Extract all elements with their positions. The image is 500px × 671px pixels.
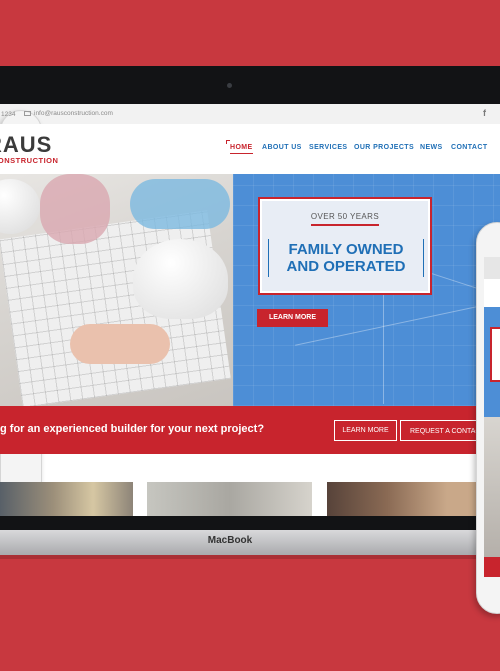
project-thumbnail[interactable] — [327, 482, 477, 516]
project-thumbnail[interactable] — [0, 482, 133, 516]
builders-photo — [0, 174, 233, 406]
laptop-bezel — [0, 66, 500, 104]
hero-headline-line2: AND OPERATED — [286, 258, 406, 275]
cta-banner: g for an experienced builder for your ne… — [0, 406, 500, 454]
nav-services[interactable]: SERVICES — [309, 144, 347, 151]
hero-section: OVER 50 YEARS FAMILY OWNED AND OPERATED … — [0, 174, 500, 406]
logo[interactable]: RAUS — [0, 134, 52, 156]
website-screen: 1234 info@rausconstruction.com f RAUS CO… — [0, 104, 500, 516]
facebook-icon[interactable]: f — [483, 108, 486, 118]
email-text: info@rausconstruction.com — [34, 110, 113, 117]
nav-news[interactable]: NEWS — [420, 144, 443, 151]
project-thumbnail[interactable] — [147, 482, 312, 516]
laptop-shadow — [0, 555, 500, 559]
site-header: RAUS CONSTRUCTION HOME ABOUT US SERVICES… — [0, 124, 500, 174]
logo-tagline: CONSTRUCTION — [0, 156, 59, 165]
hero-learn-more-button[interactable]: LEARN MORE — [257, 309, 328, 327]
divider — [311, 224, 379, 226]
device-brand: MacBook — [207, 535, 253, 546]
top-info-bar: 1234 info@rausconstruction.com f — [0, 104, 500, 502]
nav-about-us[interactable]: ABOUT US — [262, 144, 302, 151]
camera-icon — [227, 83, 232, 88]
hero-headline-line1: FAMILY OWNED — [288, 241, 404, 258]
hero-headline: FAMILY OWNED AND OPERATED — [268, 239, 424, 277]
email-link[interactable]: info@rausconstruction.com — [24, 110, 113, 117]
nav-contact[interactable]: CONTACT — [451, 144, 488, 151]
hard-hat-image — [133, 239, 228, 319]
envelope-icon — [24, 111, 31, 116]
hero-tagline: OVER 50 YEARS — [310, 212, 380, 221]
cta-learn-more-button[interactable]: LEARN MORE — [334, 420, 397, 441]
nav-home[interactable]: HOME — [230, 144, 253, 154]
cta-text: g for an experienced builder for your ne… — [0, 423, 265, 435]
laptop-bezel-bottom — [0, 516, 500, 530]
nav-our-projects[interactable]: OUR PROJECTS — [354, 144, 414, 151]
phone-screen — [484, 257, 500, 577]
hard-hat-image — [0, 179, 40, 234]
